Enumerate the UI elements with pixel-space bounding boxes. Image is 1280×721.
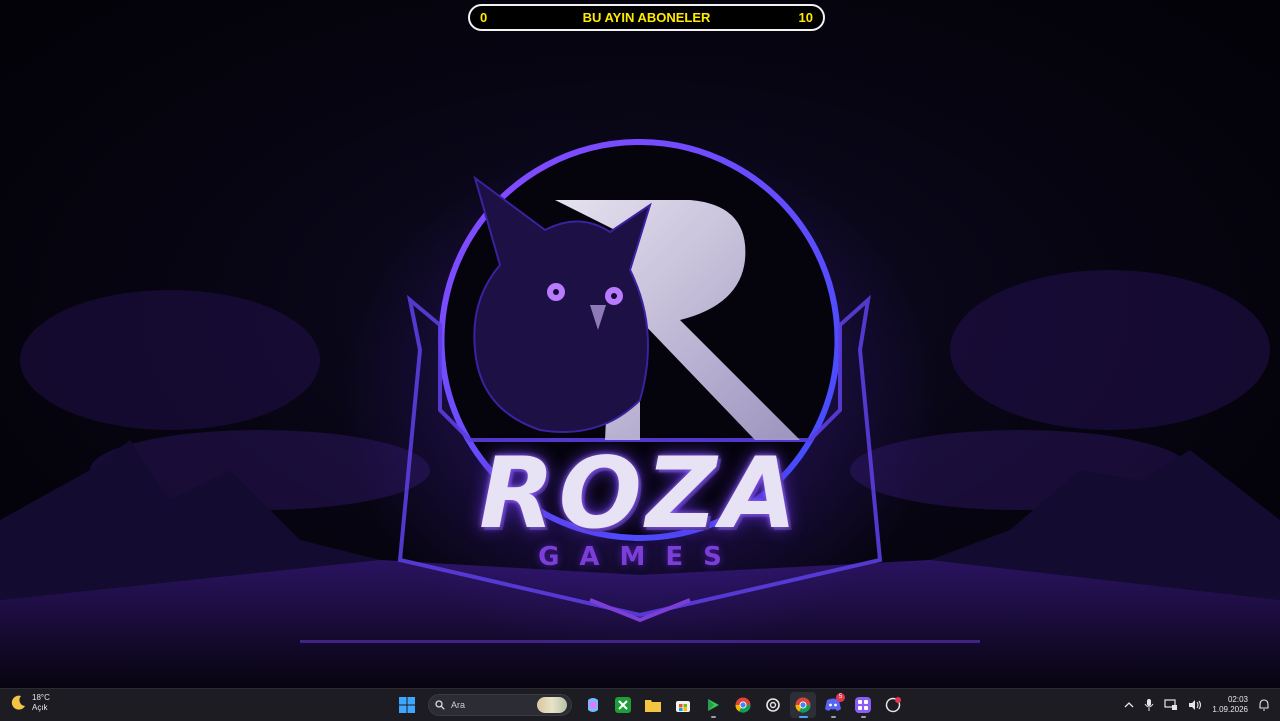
chevron-up-icon[interactable] — [1124, 700, 1134, 710]
microphone-icon[interactable] — [1144, 699, 1154, 711]
taskbar-discord[interactable]: 5 — [820, 692, 846, 718]
search-icon — [435, 700, 445, 710]
copilot-icon — [588, 698, 598, 712]
clock-date: 1.09.2026 — [1212, 705, 1248, 714]
play-icon — [708, 699, 719, 711]
taskbar-play-games[interactable] — [700, 692, 726, 718]
weather-widget[interactable]: 18°C Açık — [10, 693, 50, 713]
start-button[interactable] — [394, 692, 420, 718]
folder-icon — [645, 700, 661, 712]
chrome-icon — [735, 697, 751, 713]
apps-icon — [855, 697, 871, 713]
active-indicator — [799, 716, 808, 718]
running-indicator — [861, 716, 866, 718]
clock-time: 02:03 — [1227, 695, 1248, 704]
taskbar-chrome[interactable] — [730, 692, 756, 718]
search-box[interactable]: Ara — [428, 694, 572, 716]
taskbar-apps: Ara 5 — [394, 692, 906, 718]
brand-subtitle: GAMES — [538, 542, 742, 572]
taskbar-store[interactable] — [670, 692, 696, 718]
system-tray: 02:03 1.09.2026 — [1124, 689, 1270, 721]
taskbar-file-explorer[interactable] — [640, 692, 666, 718]
search-placeholder: Ara — [451, 700, 466, 710]
openai-icon — [766, 698, 780, 712]
chrome-icon — [795, 697, 811, 713]
taskbar-recorder[interactable] — [880, 692, 906, 718]
recorder-icon — [885, 697, 901, 713]
weather-temperature: 18°C — [32, 693, 50, 702]
goal-current: 0 — [480, 10, 488, 25]
network-icon[interactable] — [1164, 699, 1178, 711]
notification-badge: 5 — [836, 693, 845, 702]
brand-name: ROZA — [479, 437, 801, 551]
taskbar-xbox[interactable] — [610, 692, 636, 718]
taskbar: 18°C Açık Ara 5 02:03 1.09.2026 — [0, 688, 1280, 721]
running-indicator — [711, 716, 716, 718]
taskbar-app-launcher[interactable] — [850, 692, 876, 718]
moon-icon — [11, 695, 25, 710]
clock[interactable]: 02:03 1.09.2026 — [1212, 695, 1248, 715]
search-highlight-image — [537, 697, 567, 713]
xbox-icon — [615, 697, 631, 713]
volume-icon[interactable] — [1188, 699, 1202, 711]
brand-logo: ROZA GAMES — [380, 440, 900, 572]
wallpaper-art — [0, 0, 1280, 688]
running-indicator — [831, 716, 836, 718]
windows-icon — [399, 697, 415, 713]
store-icon — [676, 701, 690, 712]
taskbar-chrome-active[interactable] — [790, 692, 816, 718]
taskbar-chatgpt[interactable] — [760, 692, 786, 718]
subscriber-goal-overlay: 0 BU AYIN ABONELER 10 — [468, 4, 825, 31]
goal-target: 10 — [798, 10, 813, 25]
desktop-wallpaper: ROZA GAMES 0 BU AYIN ABONELER 10 — [0, 0, 1280, 688]
notification-bell-icon[interactable] — [1258, 699, 1270, 711]
weather-condition: Açık — [32, 703, 48, 712]
taskbar-copilot[interactable] — [580, 692, 606, 718]
goal-title: BU AYIN ABONELER — [582, 10, 711, 25]
